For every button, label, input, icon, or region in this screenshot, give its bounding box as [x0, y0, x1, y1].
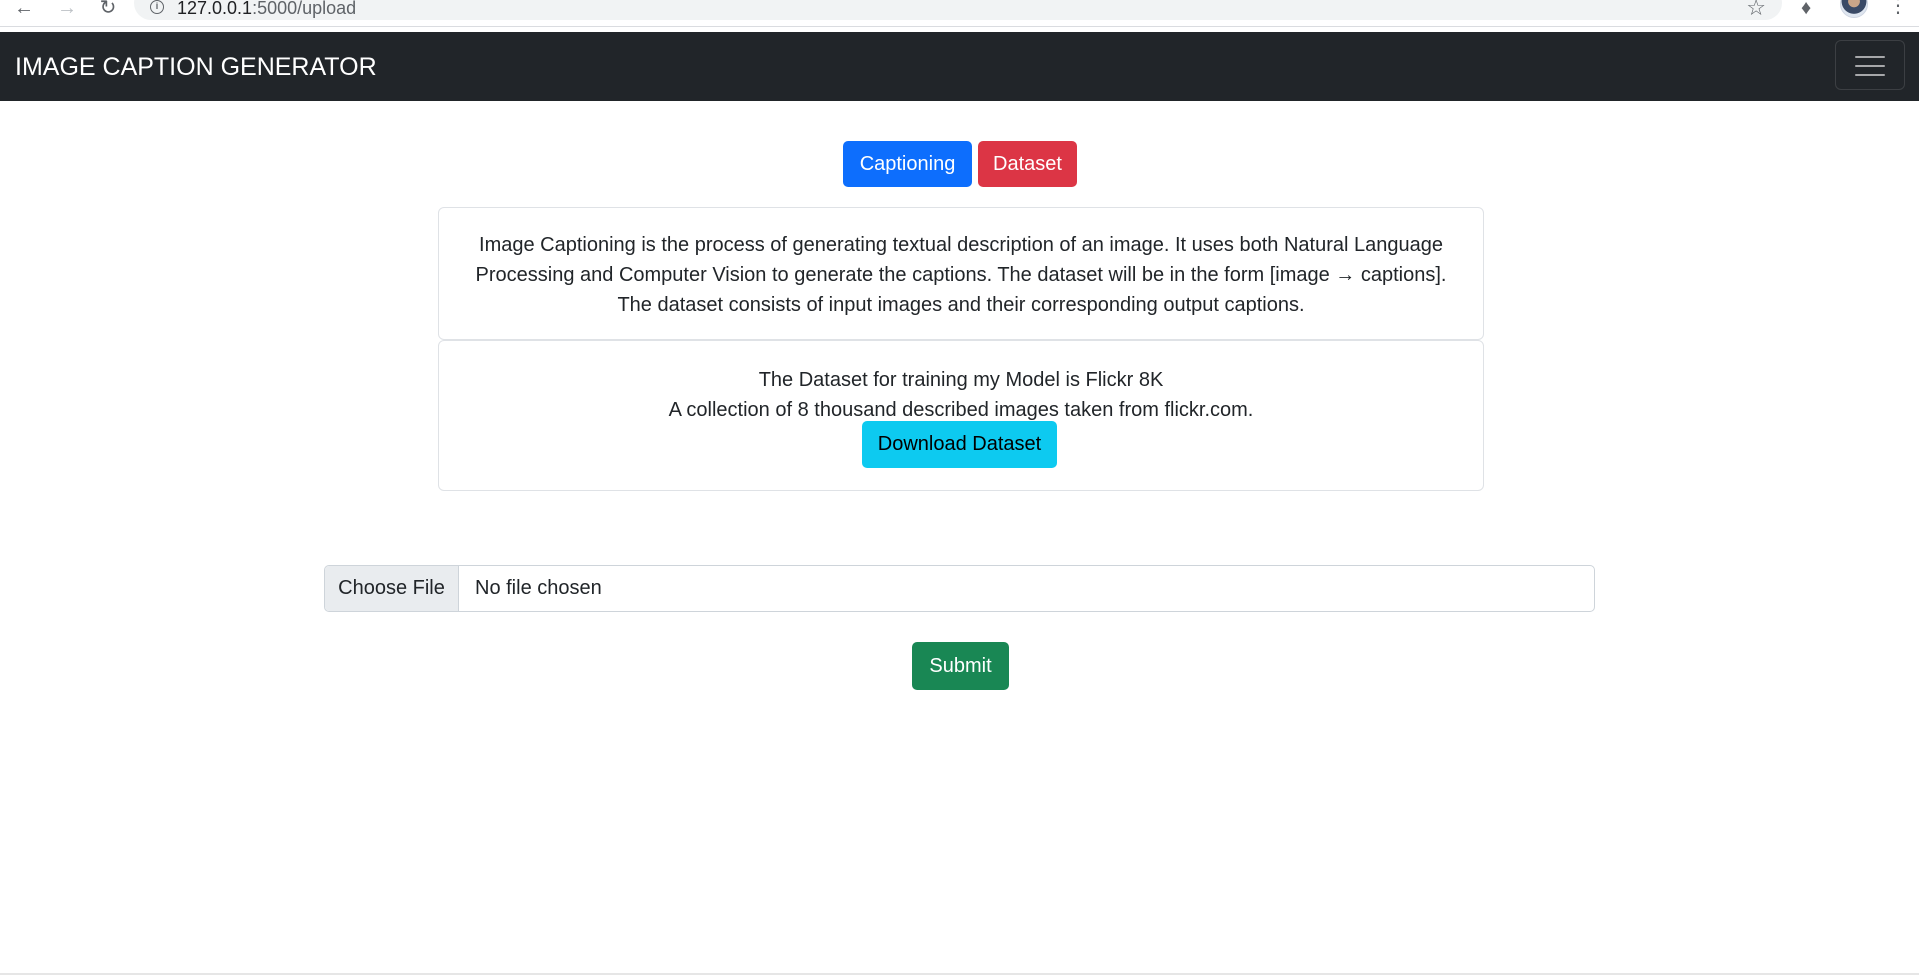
- captioning-description-card: Image Captioning is the process of gener…: [438, 207, 1484, 340]
- site-info-icon[interactable]: i: [150, 0, 164, 14]
- browser-toolbar: ← → ↻ i 127.0.0.1:5000/upload ☆ ♦ ⋮: [0, 0, 1919, 27]
- navbar-toggler-button[interactable]: [1835, 40, 1905, 90]
- bookmark-star-icon[interactable]: ☆: [1746, 0, 1766, 21]
- captioning-button[interactable]: Captioning: [843, 141, 972, 187]
- address-bar[interactable]: i 127.0.0.1:5000/upload ☆: [134, 0, 1782, 20]
- file-status-text: No file chosen: [475, 577, 602, 599]
- profile-avatar[interactable]: [1840, 0, 1868, 18]
- hamburger-icon-bar: [1855, 56, 1885, 58]
- back-icon[interactable]: ←: [10, 0, 38, 19]
- submit-button[interactable]: Submit: [912, 642, 1009, 690]
- hamburger-icon-bar: [1855, 65, 1885, 67]
- hamburger-icon-bar: [1855, 74, 1885, 76]
- dataset-button[interactable]: Dataset: [978, 141, 1077, 187]
- extensions-puzzle-icon[interactable]: ♦: [1801, 0, 1823, 18]
- download-dataset-button[interactable]: Download Dataset: [862, 421, 1057, 468]
- reload-icon[interactable]: ↻: [94, 0, 122, 19]
- forward-icon[interactable]: →: [53, 0, 81, 19]
- file-upload-input[interactable]: Choose File No file chosen: [324, 565, 1595, 612]
- captioning-description-text: Image Captioning is the process of gener…: [475, 234, 1447, 316]
- choose-file-button[interactable]: Choose File: [325, 566, 459, 611]
- navbar-brand[interactable]: IMAGE CAPTION GENERATOR: [15, 53, 377, 82]
- dataset-info-card: The Dataset for training my Model is Fli…: [438, 340, 1484, 491]
- url-text[interactable]: 127.0.0.1:5000/upload: [177, 0, 356, 19]
- more-menu-icon[interactable]: ⋮: [1888, 0, 1908, 16]
- dataset-title-text: The Dataset for training my Model is Fli…: [758, 369, 1164, 391]
- navbar: IMAGE CAPTION GENERATOR: [0, 32, 1919, 101]
